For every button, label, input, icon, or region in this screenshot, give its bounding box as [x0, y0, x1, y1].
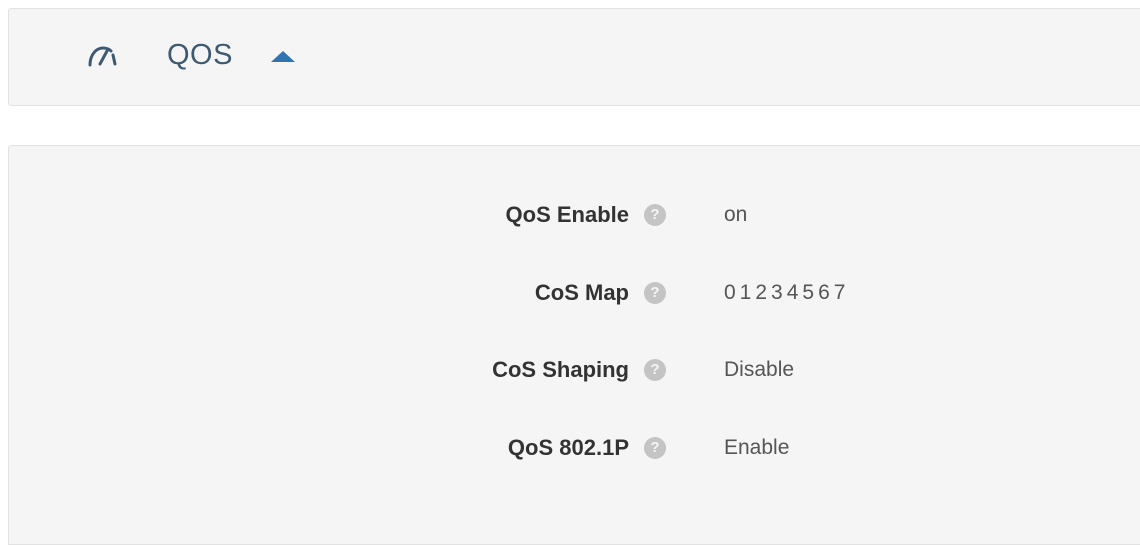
setting-row-qos-8021p: QoS 802.1P ? Enable	[9, 433, 1140, 463]
help-icon[interactable]: ?	[644, 204, 666, 226]
help-icon[interactable]: ?	[644, 437, 666, 459]
setting-label: CoS Shaping	[492, 357, 629, 382]
setting-row-cos-map: CoS Map ? 01234567	[9, 278, 1140, 308]
setting-value: Enable	[724, 436, 790, 459]
setting-value: on	[724, 203, 748, 226]
setting-row-cos-shaping: CoS Shaping ? Disable	[9, 355, 1140, 385]
setting-label: CoS Map	[534, 280, 629, 305]
help-icon[interactable]: ?	[644, 359, 666, 381]
help-icon[interactable]: ?	[644, 282, 666, 304]
speedometer-icon	[88, 46, 117, 67]
section-title[interactable]: QOS	[167, 38, 233, 72]
qos-settings-panel: QoS Enable ? on CoS Map ? 01234567 CoS S…	[8, 145, 1140, 545]
setting-value: 01234567	[724, 281, 850, 304]
setting-value: Disable	[724, 358, 795, 381]
setting-label: QoS 802.1P	[507, 435, 629, 460]
setting-label: QoS Enable	[505, 202, 629, 227]
caret-up-icon[interactable]	[271, 51, 295, 62]
setting-row-qos-enable: QoS Enable ? on	[9, 200, 1140, 230]
qos-section-header[interactable]: QOS	[8, 8, 1140, 106]
